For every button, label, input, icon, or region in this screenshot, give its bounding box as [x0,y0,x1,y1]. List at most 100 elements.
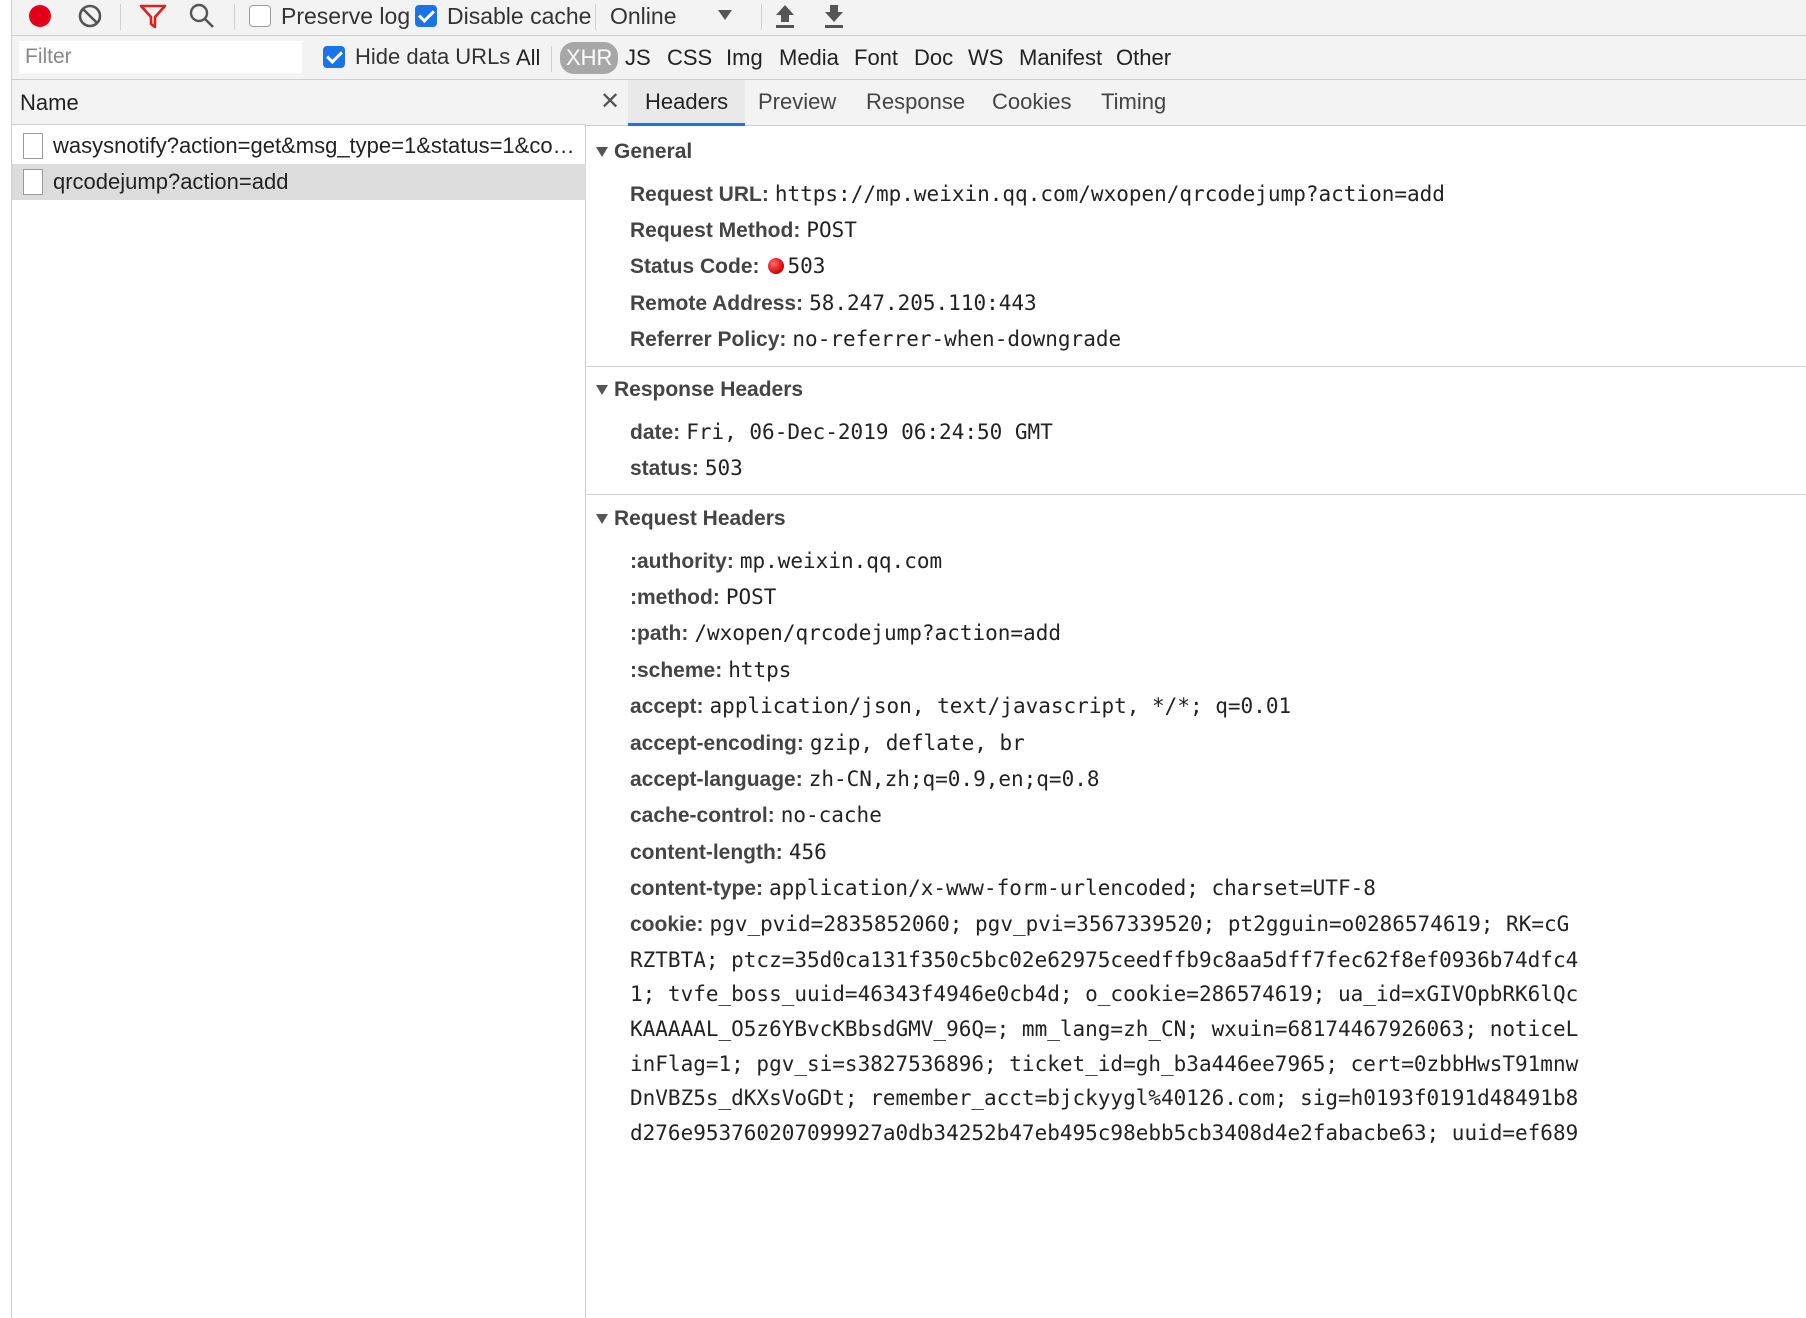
filter-divider [551,46,552,72]
header-key: accept-encoding: [630,732,804,755]
checkbox-icon[interactable] [249,5,271,27]
header-key: cache-control: [630,804,775,827]
header-value: Fri, 06-Dec-2019 06:24:50 GMT [686,420,1053,444]
filter-bar: Hide data URLs All XHR JS CSS Img Media … [12,36,1806,80]
filter-type-js[interactable]: JS [619,42,657,74]
header-row: accept: application/json, text/javascript… [630,691,1291,721]
header-row: Request Method: POST [630,215,857,245]
header-value: mp.weixin.qq.com [739,549,943,573]
header-row: accept-language: zh-CN,zh;q=0.9,en;q=0.8 [630,764,1100,794]
toolbar-divider [761,4,762,30]
filter-type-ws[interactable]: WS [962,42,1009,74]
preserve-log-checkbox[interactable]: Preserve log [249,0,410,32]
document-icon [23,133,43,159]
header-value: 503 [704,456,743,480]
hide-data-urls-checkbox[interactable]: Hide data URLs [323,41,510,73]
import-har-icon[interactable] [772,0,798,32]
filter-type-media[interactable]: Media [773,42,845,74]
cookie-value-line: inFlag=1; pgv_si=s3827536896; ticket_id=… [630,1052,1579,1076]
request-name: qrcodejump?action=add [53,169,289,194]
checkbox-icon[interactable] [415,5,437,27]
toolbar-divider [234,4,235,30]
name-column-header[interactable]: Name [12,80,586,125]
header-key: Request URL: [630,183,769,206]
header-key: content-type: [630,877,763,900]
header-row: Status Code: 503 [630,251,825,281]
triangle-down-icon [596,147,608,157]
record-icon[interactable] [26,0,54,32]
header-value: POST [725,585,777,609]
filter-type-all[interactable]: All [510,42,546,74]
search-icon[interactable] [188,0,216,32]
cookie-value: pgv_pvid=2835852060; pgv_pvi=3567339520;… [709,912,1570,936]
header-row: :scheme: https [630,655,791,685]
cookie-value-line: DnVBZ5s_dKXsVoGDt; remember_acct=bjckyyg… [630,1086,1579,1110]
filter-type-font[interactable]: Font [848,42,904,74]
header-key: accept: [630,695,704,718]
header-key: :authority: [630,550,734,573]
header-value: https://mp.weixin.qq.com/wxopen/qrcodeju… [774,182,1445,206]
tab-response[interactable]: Response [849,80,982,126]
header-row: :path:/wxopen/qrcodejump?action=add [630,618,1061,648]
export-har-icon[interactable] [821,0,847,32]
filter-type-other[interactable]: Other [1110,42,1177,74]
request-row[interactable]: wasysnotify?action=get&msg_type=1&status… [12,128,586,164]
cookie-header-row: cookie: pgv_pvid=2835852060; pgv_pvi=3567… [630,909,1569,939]
header-row: Remote Address: 58.247.205.110:443 [630,288,1037,318]
tab-headers[interactable]: Headers [628,80,746,126]
filter-type-manifest[interactable]: Manifest [1013,42,1108,74]
filter-icon[interactable] [138,0,168,32]
header-key: Remote Address: [630,292,804,315]
header-row: cache-control: no-cache [630,800,882,830]
header-row: content-type: application/x-www-form-urle… [630,873,1376,903]
chevron-down-icon [718,10,732,20]
header-key: status: [630,457,699,480]
close-icon[interactable]: ✕ [600,88,620,116]
general-section-toggle[interactable]: General [596,140,692,164]
throttle-select[interactable]: Online [610,0,750,32]
checkbox-icon[interactable] [323,46,345,68]
disable-cache-checkbox[interactable]: Disable cache [415,0,591,32]
header-key: cookie: [630,913,704,936]
header-key: Status Code: [630,255,760,278]
tab-timing[interactable]: Timing [1084,80,1183,126]
header-value: 456 [788,840,827,864]
cookie-value-line: d276e953760207099927a0db34252b47eb495c98… [630,1121,1579,1145]
section-divider [586,494,1806,495]
header-row: Request URL: https://mp.weixin.qq.com/wxo… [630,179,1445,209]
header-value: gzip, deflate, br [809,731,1025,755]
header-row: status: 503 [630,453,743,483]
cookie-value-line: KAAAAAL_O5z6YBvcKBbsdGMV_96Q=; mm_lang=z… [630,1017,1579,1041]
header-row: accept-encoding: gzip, deflate, br [630,728,1025,758]
preserve-log-label: Preserve log [281,2,411,29]
request-headers-title: Request Headers [614,507,786,530]
header-key: Request Method: [630,219,801,242]
header-value: no-referrer-when-downgrade [792,327,1122,351]
header-key: Referrer Policy: [630,328,787,351]
cookie-value-line: 1; tvfe_boss_uuid=46343f4946e0cb4d; o_co… [630,982,1579,1006]
clear-icon[interactable] [76,0,104,32]
tab-preview[interactable]: Preview [741,80,853,126]
header-row: :method: POST [630,582,776,612]
header-row: Referrer Policy: no-referrer-when-downgra… [630,324,1121,354]
request-headers-section-toggle[interactable]: Request Headers [596,507,786,531]
response-headers-section-toggle[interactable]: Response Headers [596,378,803,402]
request-details: ✕ Headers Preview Response Cookies Timin… [586,80,1806,1318]
filter-type-doc[interactable]: Doc [908,42,959,74]
header-row: content-length: 456 [630,837,827,867]
filter-type-img[interactable]: Img [720,42,769,74]
toolbar-divider [595,4,596,30]
section-divider [586,366,1806,367]
filter-type-xhr[interactable]: XHR [560,42,619,74]
request-row-selected[interactable]: qrcodejump?action=add [12,164,586,200]
header-value: /wxopen/qrcodejump?action=add [694,621,1061,645]
filter-type-css[interactable]: CSS [661,42,718,74]
filter-input[interactable] [19,41,302,73]
header-row: date: Fri, 06-Dec-2019 06:24:50 GMT [630,417,1053,447]
request-list: Name wasysnotify?action=get&msg_type=1&s… [12,80,586,1318]
request-name: wasysnotify?action=get&msg_type=1&status… [53,133,579,158]
tab-cookies[interactable]: Cookies [975,80,1088,126]
triangle-down-icon [596,514,608,524]
header-key: :method: [630,586,720,609]
header-key: accept-language: [630,768,803,791]
